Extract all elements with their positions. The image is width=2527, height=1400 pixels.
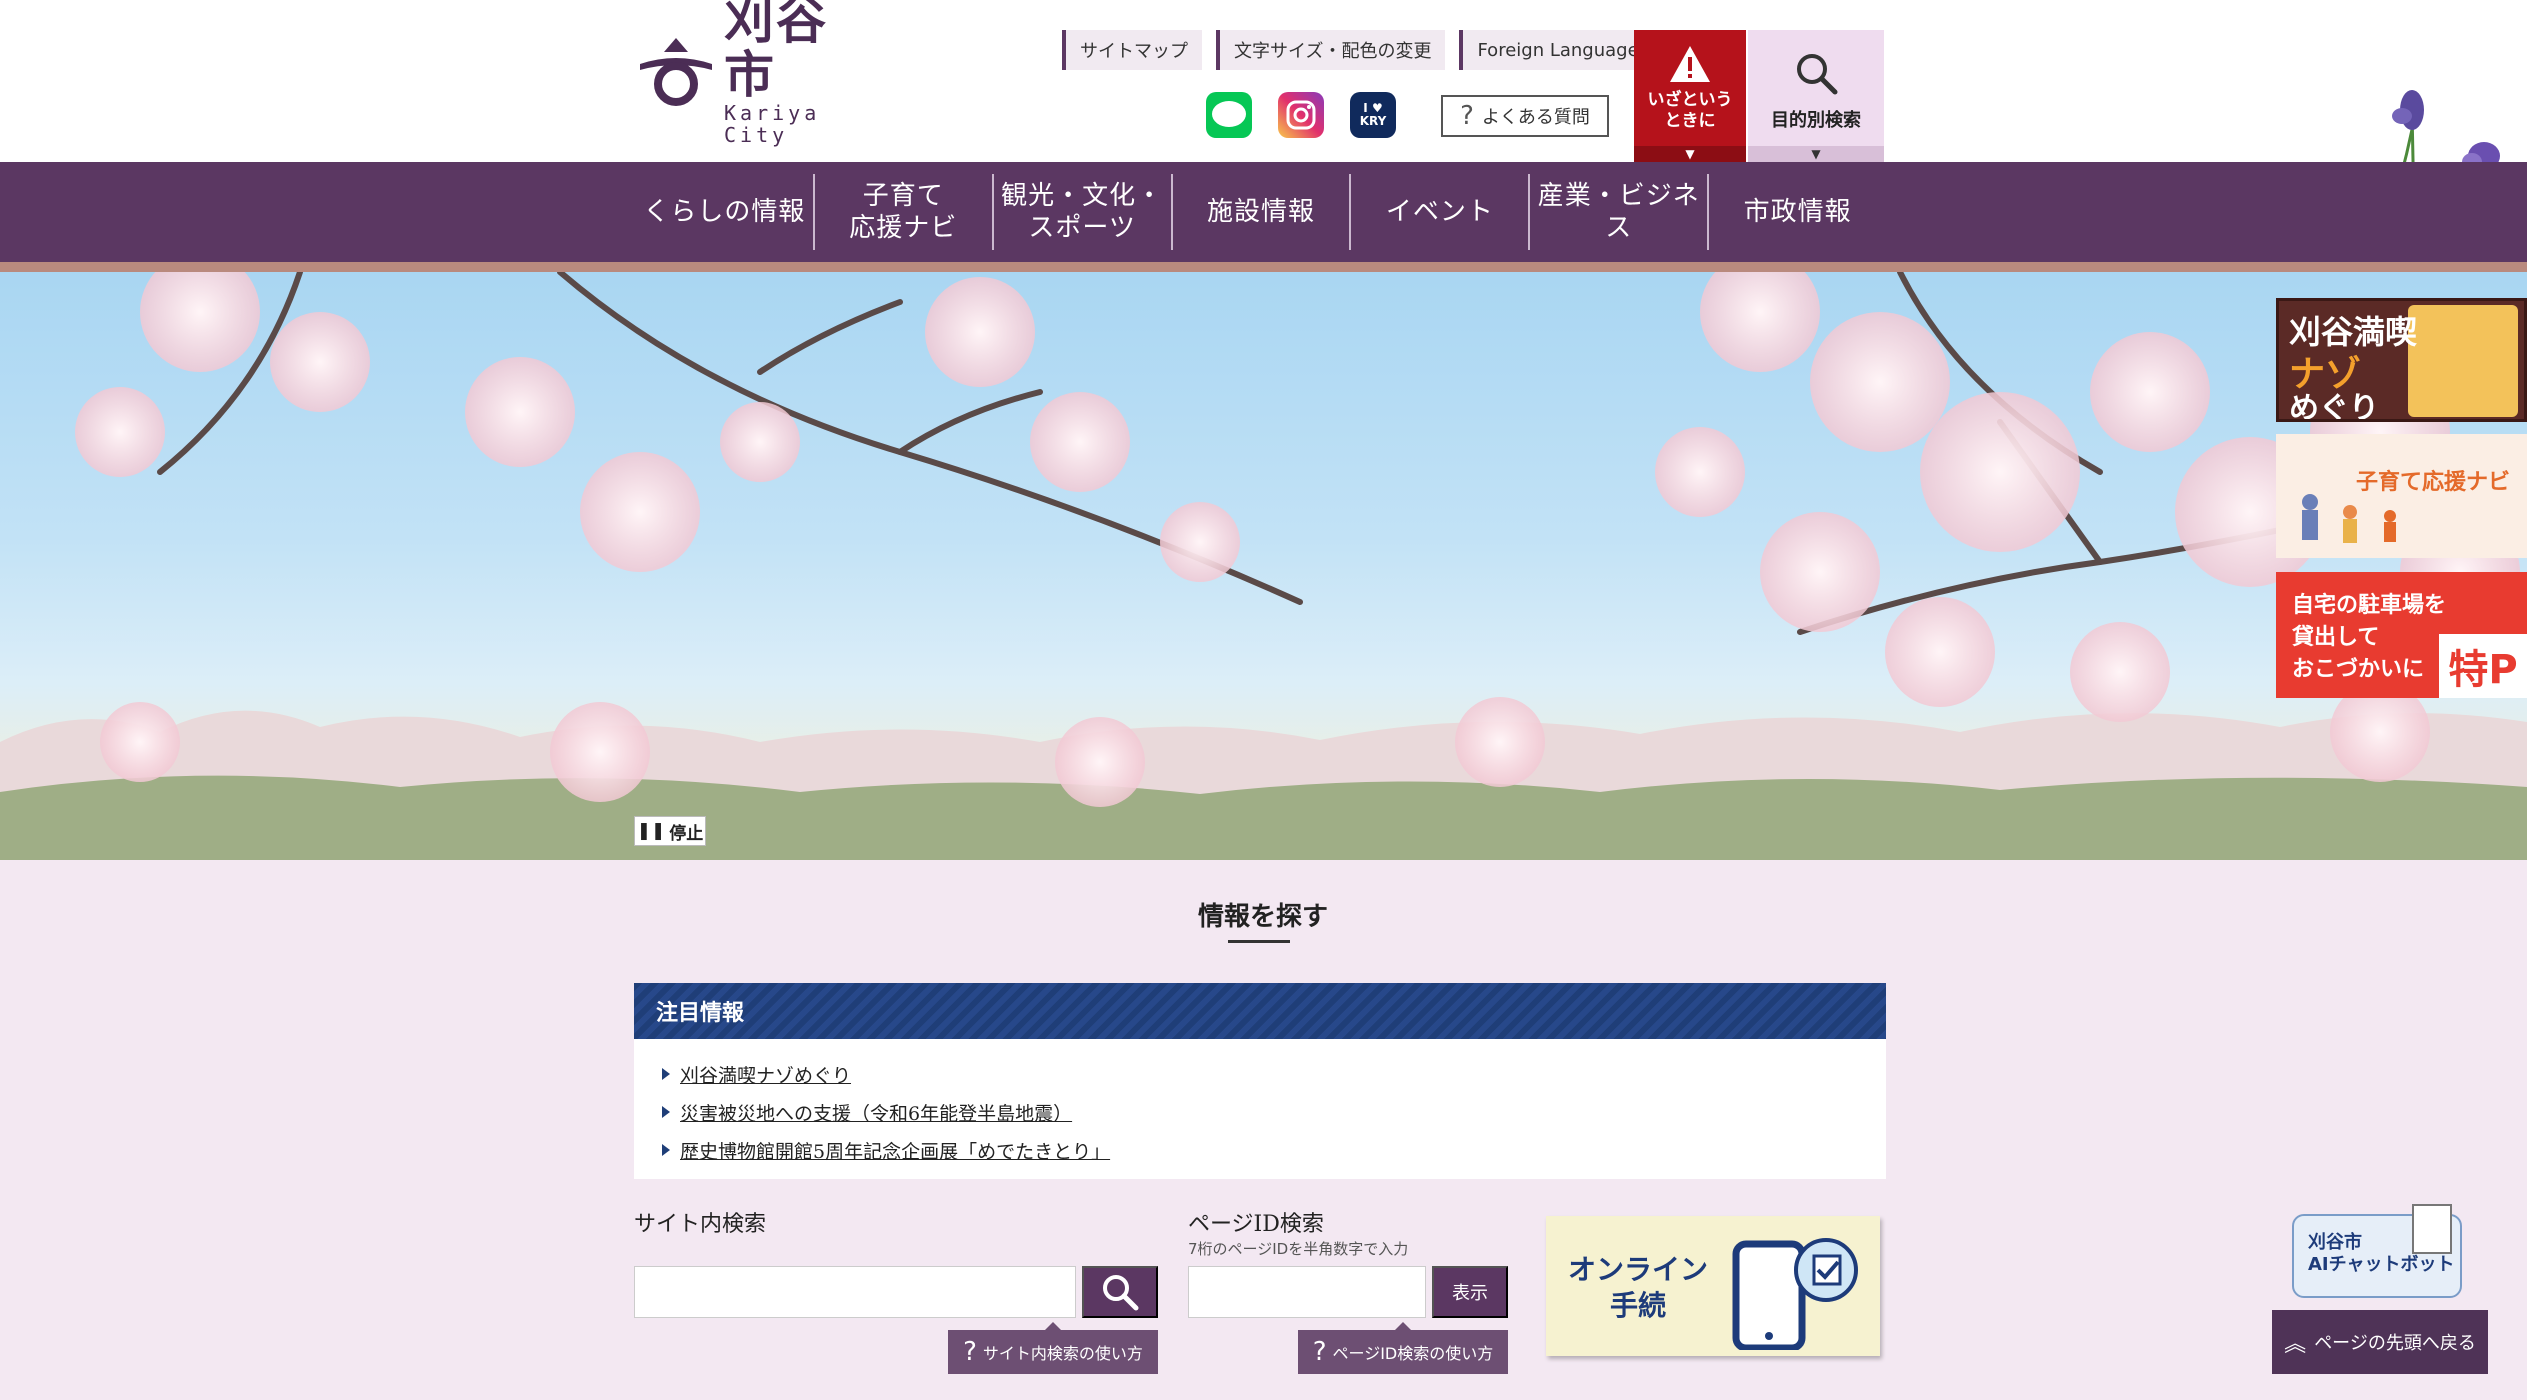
double-chevron-up-icon: ︽	[2284, 1332, 2307, 1357]
notice-text: 歴史博物館開館5周年記念企画展「めでたきとり」	[680, 1140, 1111, 1163]
online-procedure-banner[interactable]: オンライン 手続	[1546, 1216, 1880, 1356]
bullet-arrow-icon	[662, 1106, 670, 1118]
nav-city-government[interactable]: 市政情報	[1709, 174, 1886, 250]
page-id-hint: 7桁のページIDを半角数字で入力	[1188, 1240, 1409, 1258]
notice-header: 注目情報	[634, 983, 1886, 1039]
stop-label: 停止	[669, 823, 704, 844]
warning-icon	[1668, 44, 1712, 84]
parking-banner-line1: 自宅の駐車場を	[2292, 593, 2447, 618]
back-to-top-label: ページの先頭へ戻る	[2314, 1333, 2476, 1354]
nav-living-info[interactable]: くらしの情報	[636, 174, 815, 250]
bullet-arrow-icon	[662, 1144, 670, 1156]
nav-label: 応援ナビ	[849, 213, 958, 243]
chevron-down-icon: ▼	[1634, 146, 1746, 162]
page-id-help-button[interactable]: ? ページID検索の使い方	[1298, 1322, 1508, 1374]
cherry-blossom-image	[0, 272, 2527, 860]
tokup-logo: 特P	[2439, 634, 2527, 698]
online-label-2: 手続	[1610, 1289, 1667, 1322]
nazo-meguri-banner[interactable]: 刈谷満喫 ナゾ めぐり	[2276, 298, 2527, 422]
nav-facilities[interactable]: 施設情報	[1173, 174, 1352, 250]
nav-divider-strip	[0, 262, 2527, 272]
notice-list: 刈谷満喫ナゾめぐり 災害被災地への支援（令和6年能登半島地震） 歴史博物館開館5…	[634, 1039, 1886, 1179]
chevron-down-icon: ▼	[1748, 146, 1884, 162]
notice-item[interactable]: 刈谷満喫ナゾめぐり	[662, 1055, 1886, 1093]
section-title: 情報を探す	[1197, 902, 1328, 932]
notice-text: 災害被災地への支援（令和6年能登半島地震）	[680, 1102, 1073, 1125]
search-icon	[1793, 50, 1839, 96]
global-navigation: くらしの情報 子育て 応援ナビ 観光・文化・ スポーツ 施設情報 イベント 産業・ビ…	[0, 162, 2527, 262]
site-search-button[interactable]	[1082, 1266, 1158, 1318]
page-id-input[interactable]	[1188, 1266, 1426, 1318]
emergency-label-2: ときに	[1664, 111, 1716, 131]
parking-banner-line3: おこづかいに	[2292, 657, 2425, 682]
emergency-label-1: いざという	[1647, 90, 1733, 110]
instagram-icon[interactable]	[1278, 92, 1324, 138]
nav-label: 子育て	[862, 181, 944, 211]
purpose-search-button[interactable]: 目的別検索 ▼	[1748, 30, 1884, 162]
family-illustration	[2302, 494, 2396, 543]
tooltip-notch	[1045, 1322, 1061, 1330]
hero-slideshow: ❚❚ 停止	[0, 272, 2527, 860]
parking-banner-line2: 貸出して	[2292, 625, 2380, 650]
city-emblem-icon	[636, 34, 716, 106]
notice-text: 刈谷満喫ナゾめぐり	[680, 1064, 852, 1087]
smartphone-icon	[1732, 1238, 1858, 1350]
purpose-search-label: 目的別検索	[1771, 110, 1861, 131]
kry-icon-bottom: KRY	[1359, 114, 1387, 128]
foreign-language-link[interactable]: Foreign Language	[1459, 30, 1653, 70]
site-header: 刈谷市 Kariya City サイトマップ 文字サイズ・配色の変更 Forei…	[0, 0, 2527, 241]
nav-label: 産業・ビジネス	[1537, 181, 1700, 243]
question-icon: ?	[1460, 101, 1474, 131]
line-icon[interactable]	[1206, 92, 1252, 138]
question-icon: ?	[963, 1337, 977, 1367]
nav-label: 施設情報	[1207, 197, 1316, 227]
notice-item[interactable]: 災害被災地への支援（令和6年能登半島地震）	[662, 1093, 1886, 1131]
pause-icon: ❚❚	[636, 821, 666, 841]
logo-japanese: 刈谷市	[724, 0, 828, 104]
site-search-input[interactable]	[634, 1266, 1076, 1318]
nav-industry-business[interactable]: 産業・ビジネス	[1530, 174, 1710, 250]
search-icon	[1103, 1275, 1139, 1311]
site-search-help-label: サイト内検索の使い方	[982, 1344, 1143, 1363]
site-search-label: サイト内検索	[634, 1212, 767, 1237]
bullet-arrow-icon	[662, 1068, 670, 1080]
sitemap-link[interactable]: サイトマップ	[1062, 30, 1202, 70]
question-icon: ?	[1312, 1337, 1327, 1367]
nav-label: 観光・文化・	[1001, 181, 1164, 211]
faq-label: よくある質問	[1481, 107, 1590, 128]
parking-rental-banner[interactable]: 自宅の駐車場を 貸出して おこづかいに 特P	[2276, 572, 2527, 698]
site-logo[interactable]: 刈谷市 Kariya City	[636, 0, 876, 146]
nazo-banner-line3: めぐり	[2289, 391, 2379, 422]
ai-chatbot-button[interactable]: 刈谷市 AIチャットボット	[2288, 1204, 2466, 1300]
chatbot-label-2: AIチャットボット	[2308, 1254, 2455, 1275]
site-search-help-button[interactable]: ? サイト内検索の使い方	[948, 1322, 1158, 1374]
nav-label: 市政情報	[1743, 197, 1852, 227]
emergency-button[interactable]: いざという ときに ▼	[1634, 30, 1746, 162]
notice-item[interactable]: 歴史博物館開館5周年記念企画展「めでたきとり」	[662, 1131, 1886, 1169]
title-underline	[1228, 940, 1290, 943]
i-love-kry-icon[interactable]: I ♥ KRY	[1350, 92, 1396, 138]
faq-button[interactable]: ? よくある質問	[1441, 95, 1609, 137]
page-id-show-button[interactable]: 表示	[1432, 1266, 1508, 1318]
slideshow-stop-button[interactable]: ❚❚ 停止	[634, 816, 706, 846]
nav-childcare[interactable]: 子育て 応援ナビ	[815, 174, 994, 250]
detective-illustration	[2408, 305, 2518, 417]
page-id-search-label: ページID検索	[1188, 1212, 1324, 1237]
nav-label: くらしの情報	[643, 197, 806, 227]
page-id-help-label: ページID検索の使い方	[1332, 1344, 1494, 1363]
back-to-top-button[interactable]: ︽ ページの先頭へ戻る	[2272, 1310, 2488, 1374]
nav-events[interactable]: イベント	[1351, 174, 1531, 250]
text-size-color-link[interactable]: 文字サイズ・配色の変更	[1216, 30, 1446, 70]
logo-english: Kariya City	[724, 101, 821, 147]
nav-tourism-culture-sports[interactable]: 観光・文化・ スポーツ	[994, 174, 1173, 250]
chatbot-label-1: 刈谷市	[2308, 1232, 2362, 1253]
online-label-1: オンライン	[1568, 1253, 1709, 1286]
childcare-navi-banner[interactable]: 子育て応援ナビ	[2276, 434, 2527, 558]
utility-links: サイトマップ 文字サイズ・配色の変更 Foreign Language	[1062, 30, 1653, 70]
tooltip-notch	[1395, 1322, 1411, 1330]
sns-links: I ♥ KRY	[1206, 92, 1396, 138]
nav-label: イベント	[1385, 197, 1494, 227]
nav-label: スポーツ	[1028, 213, 1136, 243]
